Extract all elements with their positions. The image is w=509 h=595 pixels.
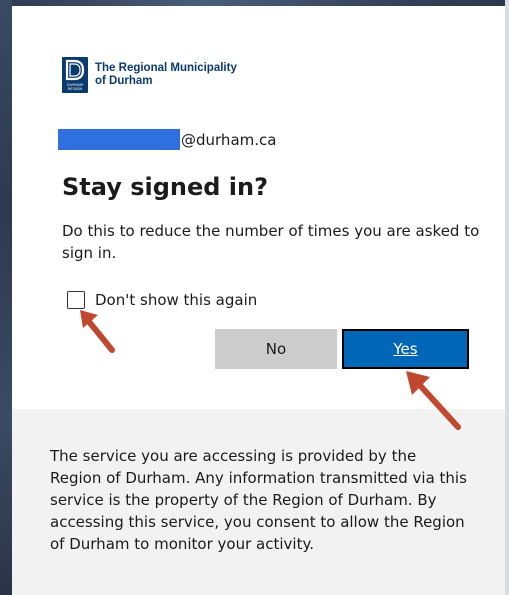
dont-show-again-label[interactable]: Don't show this again <box>95 291 257 309</box>
dialog-description: Do this to reduce the number of times yo… <box>62 222 480 262</box>
organization-name-line2: of Durham <box>95 75 153 87</box>
email-domain: @durham.ca <box>181 130 277 149</box>
organization-name-line1: The Regional Municipality <box>95 62 237 74</box>
background-right-edge <box>505 0 509 595</box>
sign-in-dialog: DURHAM REGION The Regional Municipality … <box>12 6 505 595</box>
yes-button[interactable]: Yes <box>342 329 469 369</box>
organization-name: The Regional Municipality of Durham <box>95 62 237 88</box>
account-identifier: @durham.ca <box>58 129 276 150</box>
background-left-edge <box>0 0 12 595</box>
logo-mark-caption: DURHAM REGION <box>66 83 84 91</box>
no-button[interactable]: No <box>215 329 337 369</box>
page-title: Stay signed in? <box>62 173 269 201</box>
organization-logo: DURHAM REGION The Regional Municipality … <box>62 57 237 93</box>
dont-show-again-option[interactable]: Don't show this again <box>67 291 257 309</box>
durham-region-logo-icon: DURHAM REGION <box>62 57 88 93</box>
page: DURHAM REGION The Regional Municipality … <box>0 0 509 595</box>
redacted-username <box>58 129 180 150</box>
dont-show-again-checkbox[interactable] <box>67 291 85 309</box>
footer-notice-panel: The service you are accessing is provide… <box>12 409 505 595</box>
footer-notice: The service you are accessing is provide… <box>50 447 467 553</box>
